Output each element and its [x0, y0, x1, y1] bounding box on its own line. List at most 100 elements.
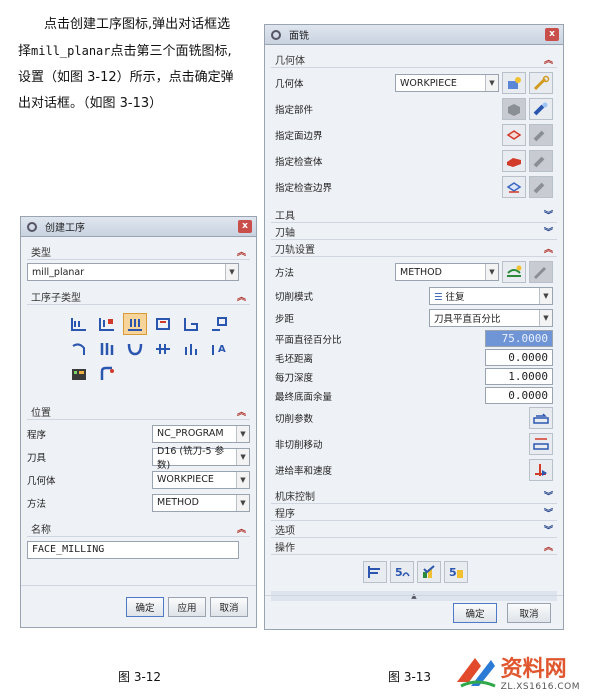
method-select[interactable]: METHOD ▼: [152, 493, 250, 512]
planar-mill-icon[interactable]: [179, 313, 203, 335]
floor-wall-icon[interactable]: [67, 313, 91, 335]
dialog-title: 创建工序: [45, 223, 85, 234]
depth-input[interactable]: 1.0000: [485, 368, 553, 385]
collapse-icon[interactable]: ︽: [544, 540, 553, 553]
cut-pattern-select[interactable]: ☰ 往复 ▼: [429, 287, 553, 305]
non-cutting-moves-icon[interactable]: [529, 433, 553, 455]
close-button[interactable]: x: [238, 220, 252, 233]
collapse-icon[interactable]: ︽: [237, 405, 246, 418]
ok-button[interactable]: 确定: [126, 596, 164, 617]
expand-icon[interactable]: ︾: [544, 506, 553, 519]
dialog-titlebar: 创建工序 x: [21, 217, 256, 237]
type-select[interactable]: mill_planar ▼: [27, 263, 239, 281]
specify-check-boundary-row: 指定检查边界: [275, 174, 553, 200]
cancel-button[interactable]: 取消: [210, 596, 248, 617]
section-header[interactable]: 刀轴 ︾: [271, 223, 557, 240]
blank-distance-row: 毛坯距离 0.0000: [275, 348, 553, 367]
close-button[interactable]: x: [545, 28, 559, 41]
geometry-section: 几何体 ︽ 几何体 WORKPIECE ▼ 指定部件 指定面边界 指定检查体 指…: [271, 51, 557, 202]
select-check-boundary-icon[interactable]: [502, 176, 526, 198]
gear-icon: [27, 221, 37, 232]
dialog-titlebar: 面铣 x: [265, 25, 563, 45]
method-row: 方法 METHOD ▼: [275, 259, 553, 285]
intro-line-1: 点击创建工序图标,弹出对话框选: [44, 17, 231, 32]
name-input[interactable]: FACE_MILLING: [27, 541, 239, 559]
options-section: 选项 ︾: [271, 521, 557, 538]
floor-wall-ipw-icon[interactable]: [95, 313, 119, 335]
expand-icon[interactable]: ︾: [544, 225, 553, 238]
specify-face-row: 指定面边界: [275, 122, 553, 148]
edit-method-icon[interactable]: [529, 261, 553, 283]
floor-stock-input[interactable]: 0.0000: [485, 387, 553, 404]
intro-line-4: 出对话框。（如图 3-13）: [18, 96, 163, 111]
flashlight-icon[interactable]: [529, 150, 553, 172]
ok-button[interactable]: 确定: [453, 602, 497, 623]
cancel-button[interactable]: 取消: [507, 602, 551, 623]
collapse-icon[interactable]: ︽: [237, 245, 246, 258]
finish-walls-icon[interactable]: [95, 338, 119, 360]
select-face-boundary-icon[interactable]: [502, 124, 526, 146]
section-header[interactable]: 刀轨设置 ︽: [271, 240, 557, 257]
groove-milling-icon[interactable]: [151, 338, 175, 360]
intro-line-2: 择mill_planar点击第三个面铣图标,: [18, 44, 232, 59]
section-header[interactable]: 类型 ︽: [27, 243, 250, 260]
section-header[interactable]: 工序子类型 ︽: [27, 288, 250, 305]
flashlight-icon[interactable]: [529, 98, 553, 120]
mill-user-icon[interactable]: [95, 363, 119, 385]
feeds-speeds-icon[interactable]: [529, 459, 553, 481]
list-icon[interactable]: 5: [444, 561, 468, 583]
edit-geometry-icon[interactable]: [529, 72, 553, 94]
section-header[interactable]: 操作 ︽: [271, 538, 557, 555]
percent-input[interactable]: 75.0000: [485, 330, 553, 347]
hole-milling-icon[interactable]: [179, 338, 203, 360]
expand-icon[interactable]: ︾: [544, 208, 553, 221]
collapse-icon[interactable]: ︽: [237, 522, 246, 535]
planar-text-icon[interactable]: A: [207, 338, 231, 360]
subtype-icon-grid: A: [27, 305, 250, 389]
section-header[interactable]: 选项 ︾: [271, 521, 557, 538]
geometry-row: 几何体 WORKPIECE ▼: [275, 70, 553, 96]
face-milling-icon[interactable]: [123, 313, 147, 335]
collapse-icon[interactable]: ︽: [544, 242, 553, 255]
finish-floor-icon[interactable]: [123, 338, 147, 360]
select-part-icon[interactable]: [502, 98, 526, 120]
watermark: 资料网 ZL.XS1616.COM: [453, 652, 580, 692]
intro-paragraph: 点击创建工序图标,弹出对话框选 择mill_planar点击第三个面铣图标, 设…: [18, 12, 258, 117]
verify-icon[interactable]: [417, 561, 441, 583]
collapse-icon[interactable]: ︽: [237, 290, 246, 303]
section-header[interactable]: 位置 ︽: [27, 403, 250, 420]
expand-icon[interactable]: ︾: [544, 523, 553, 536]
generate-icon[interactable]: [363, 561, 387, 583]
flashlight-icon[interactable]: [529, 176, 553, 198]
machine-control-section: 机床控制 ︾: [271, 487, 557, 504]
geometry-select[interactable]: WORKPIECE ▼: [395, 74, 499, 92]
mill-control-icon[interactable]: [67, 363, 91, 385]
feeds-row: 进给率和速度: [275, 457, 553, 483]
new-geometry-icon[interactable]: [502, 72, 526, 94]
face-milling-area-icon[interactable]: [151, 313, 175, 335]
clean-corners-icon[interactable]: [67, 338, 91, 360]
svg-text:5: 5: [449, 566, 457, 579]
section-header[interactable]: 程序 ︾: [271, 504, 557, 521]
axis-section: 刀轴 ︾: [271, 223, 557, 240]
apply-button[interactable]: 应用: [168, 596, 206, 617]
tool-select[interactable]: D16 (铣刀-5 参数) ▼: [152, 446, 250, 471]
method-select[interactable]: METHOD ▼: [395, 263, 499, 281]
planar-profile-icon[interactable]: [207, 313, 231, 335]
replay-icon[interactable]: 5: [390, 561, 414, 583]
geometry-select[interactable]: WORKPIECE ▼: [152, 470, 250, 489]
svg-text:A: A: [218, 344, 226, 355]
stepover-select[interactable]: 刀具平直百分比 ▼: [429, 309, 553, 327]
section-header[interactable]: 机床控制 ︾: [271, 487, 557, 504]
section-header[interactable]: 名称 ︽: [27, 520, 250, 537]
section-header[interactable]: 工具 ︾: [271, 206, 557, 223]
flashlight-icon[interactable]: [529, 124, 553, 146]
collapse-icon[interactable]: ︽: [544, 53, 553, 66]
expand-icon[interactable]: ︾: [544, 489, 553, 502]
section-header[interactable]: 几何体 ︽: [271, 51, 557, 68]
blank-distance-input[interactable]: 0.0000: [485, 349, 553, 366]
new-method-icon[interactable]: [502, 261, 526, 283]
cut-parameters-icon[interactable]: [529, 407, 553, 429]
program-select[interactable]: NC_PROGRAM ▼: [152, 424, 250, 443]
select-check-body-icon[interactable]: [502, 150, 526, 172]
